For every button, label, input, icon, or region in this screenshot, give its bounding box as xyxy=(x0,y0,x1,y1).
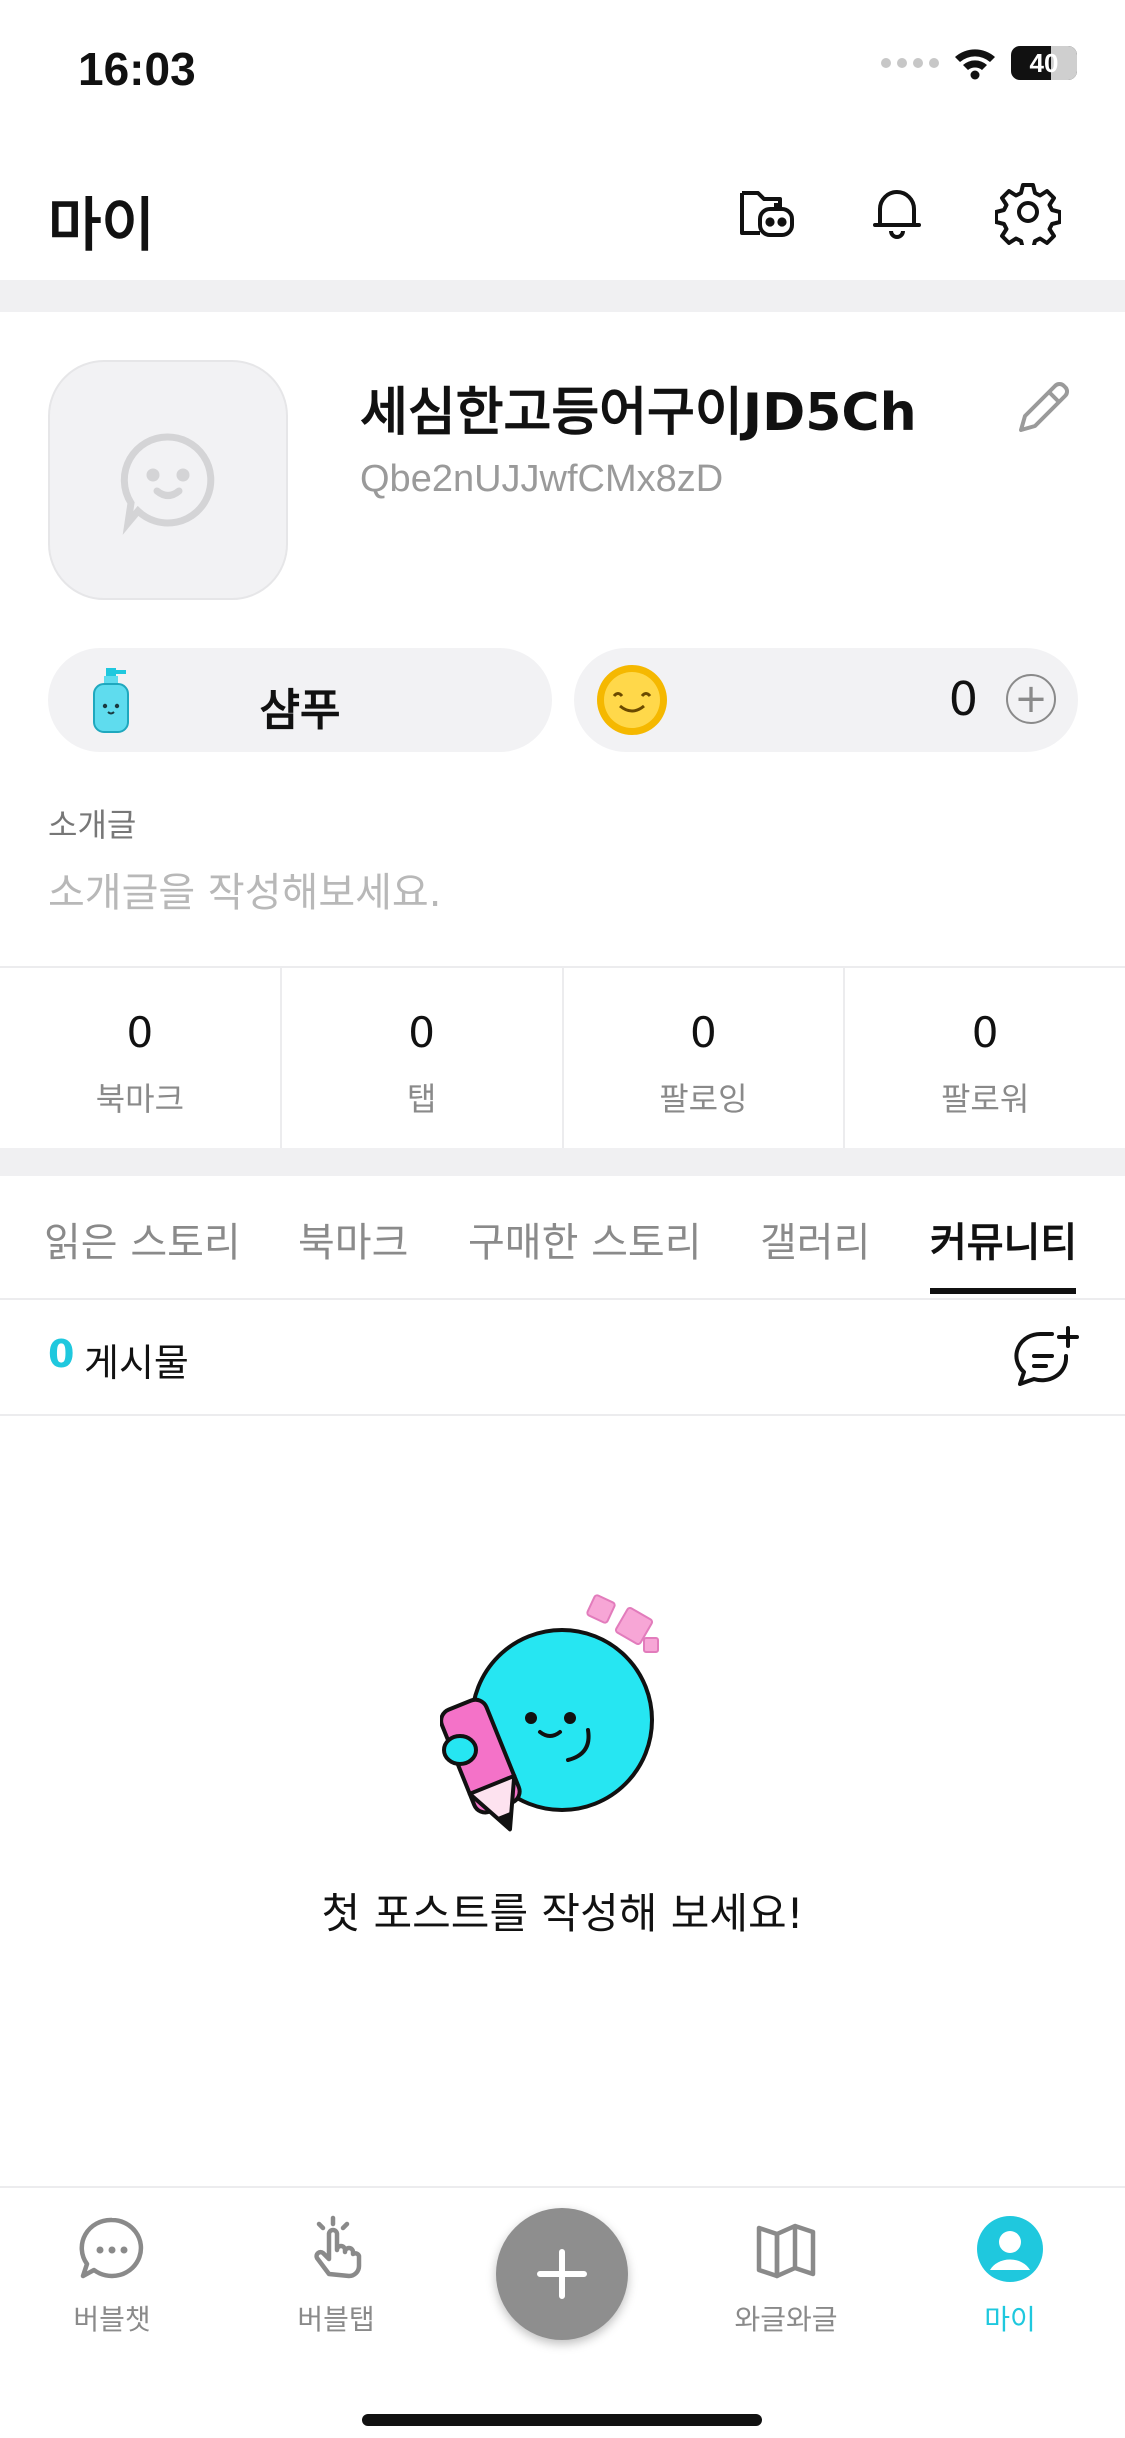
nav-label: 버블챗 xyxy=(73,2303,151,2336)
tab-gallery[interactable]: 갤러리 xyxy=(760,1210,870,1268)
user-id: Qbe2nUJJwfCMx8zD xyxy=(360,458,724,500)
stat-label: 팔로워 xyxy=(940,1080,1030,1118)
content-tabs: 읽은 스토리 북마크 구매한 스토리 갤러리 커뮤니티 xyxy=(0,1176,1125,1300)
active-tab-indicator xyxy=(930,1288,1076,1294)
avatar[interactable] xyxy=(48,360,288,600)
app-header: 마이 xyxy=(0,150,1125,280)
tab-read-stories[interactable]: 읽은 스토리 xyxy=(44,1210,241,1268)
write-post-button[interactable] xyxy=(1012,1324,1084,1394)
stat-following[interactable]: 0 팔로잉 xyxy=(564,968,846,1150)
coin-pill[interactable]: 0 + xyxy=(574,648,1078,752)
battery-level: 40 xyxy=(1029,47,1059,78)
page-title: 마이 xyxy=(48,191,155,259)
edit-profile-button[interactable] xyxy=(1005,370,1081,446)
settings-button[interactable] xyxy=(988,172,1068,252)
nav-bubble-tap[interactable]: 버블탭 xyxy=(236,2214,436,2338)
shampoo-label: 샴푸 xyxy=(259,685,341,736)
nav-label: 와글와글 xyxy=(734,2303,838,2336)
stat-label: 북마크 xyxy=(95,1080,185,1118)
shampoo-pill[interactable]: 샴푸 xyxy=(48,648,552,752)
plus-icon: + xyxy=(1014,676,1048,722)
stat-value: 0 xyxy=(126,1008,154,1057)
stat-value: 0 xyxy=(971,1008,999,1057)
intro-placeholder[interactable]: 소개글을 작성해보세요. xyxy=(48,860,441,918)
nav-label: 버블탭 xyxy=(297,2303,375,2336)
stat-label: 팔로잉 xyxy=(659,1080,748,1118)
stats-row: 0 북마크 0 탭 0 팔로잉 0 팔로워 xyxy=(0,966,1125,1150)
stat-label: 탭 xyxy=(406,1080,437,1118)
notifications-button[interactable] xyxy=(857,172,937,252)
profile-icon xyxy=(977,2216,1043,2282)
create-button[interactable] xyxy=(496,2208,628,2340)
battery-icon: 40 xyxy=(1011,46,1077,80)
section-divider xyxy=(0,280,1125,312)
wifi-icon xyxy=(955,49,995,80)
tab-bookmarks[interactable]: 북마크 xyxy=(298,1210,408,1268)
stat-tap[interactable]: 0 탭 xyxy=(282,968,564,1150)
add-coin-button[interactable]: + xyxy=(1006,674,1056,724)
stat-bookmark[interactable]: 0 북마크 xyxy=(0,968,282,1150)
chat-bubble-icon xyxy=(79,2217,144,2279)
section-divider xyxy=(0,1148,1125,1176)
tab-purchased-stories[interactable]: 구매한 스토리 xyxy=(468,1210,702,1268)
stat-value: 0 xyxy=(408,1008,435,1057)
nav-bubble-chat[interactable]: 버블챗 xyxy=(12,2214,212,2338)
nickname: 세심한고등어구이JD5Ch xyxy=(360,383,917,443)
stat-value: 0 xyxy=(690,1008,717,1057)
character-folder-icon xyxy=(740,191,794,237)
nav-my[interactable]: 마이 xyxy=(910,2214,1110,2338)
bell-icon xyxy=(873,190,921,239)
stat-followers[interactable]: 0 팔로워 xyxy=(845,968,1125,1150)
bottom-navigation: 버블챗 버블탭 와글와글 마이 xyxy=(0,2186,1125,2438)
posts-header: 0 게시물 xyxy=(0,1300,1125,1416)
plus-icon xyxy=(537,2249,587,2299)
coin-count: 0 xyxy=(948,672,978,726)
tap-hand-icon xyxy=(314,2215,362,2279)
status-indicators: 40 xyxy=(881,46,1077,80)
pencil-icon xyxy=(1019,382,1069,432)
post-label: 게시물 xyxy=(84,1341,189,1385)
tab-community[interactable]: 커뮤니티 xyxy=(930,1210,1077,1268)
gear-icon xyxy=(995,183,1061,245)
coin-icon xyxy=(597,665,667,735)
default-avatar-icon xyxy=(120,433,215,535)
intro-label: 소개글 xyxy=(48,806,137,844)
home-indicator xyxy=(362,2414,762,2426)
character-folder-button[interactable] xyxy=(727,172,807,252)
cellular-signal-icon xyxy=(881,58,939,68)
nav-waglewagle[interactable]: 와글와글 xyxy=(686,2214,886,2338)
post-count: 0 xyxy=(48,1332,75,1376)
chat-add-icon xyxy=(1014,1326,1079,1386)
status-time: 16:03 xyxy=(78,43,196,95)
open-book-icon xyxy=(756,2223,816,2279)
nav-label: 마이 xyxy=(984,2303,1036,2336)
empty-state-message: 첫 포스트를 작성해 보세요! xyxy=(321,1889,804,1938)
status-bar: 16:03 40 xyxy=(0,0,1125,140)
empty-state-character-illustration xyxy=(440,1594,659,1832)
